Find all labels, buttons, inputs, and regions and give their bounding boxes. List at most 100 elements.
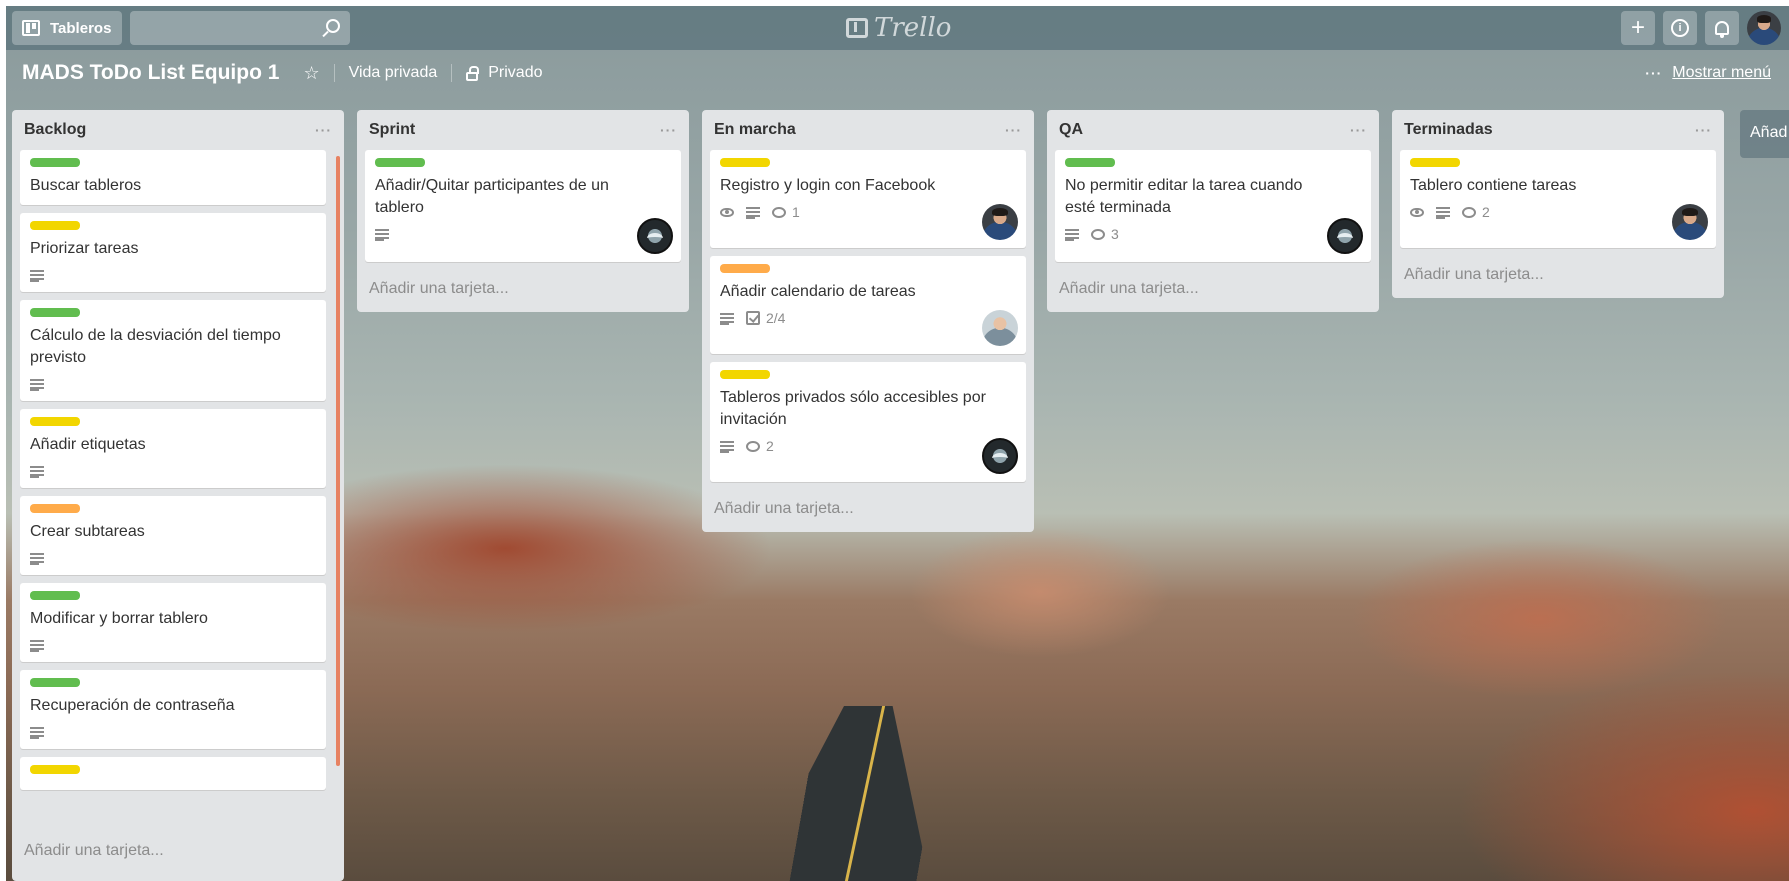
list-menu-icon[interactable]: ··· [660, 122, 677, 138]
card-label-green [1065, 158, 1115, 167]
top-header: Tableros Trello + i [6, 6, 1789, 50]
logo-text: Trello [874, 13, 952, 43]
card-badges: 2/4 [720, 309, 1016, 327]
card-label-yellow [1410, 158, 1460, 167]
add-card-button[interactable]: Añadir una tarjeta... [1392, 256, 1724, 298]
member-avatar[interactable] [982, 438, 1018, 474]
card-label-yellow [30, 765, 80, 774]
card-container: No permitir editar la tarea cuando esté … [1047, 150, 1379, 262]
description-icon [1065, 228, 1079, 241]
more-icon: ··· [1645, 65, 1663, 81]
list-sprint: Sprint ··· Añadir/Quitar participantes d… [357, 110, 689, 312]
list-title[interactable]: Sprint [369, 121, 415, 139]
comments-count: 2 [1482, 204, 1490, 220]
card[interactable]: Cálculo de la desviación del tiempo prev… [20, 300, 326, 401]
trello-logo-icon [846, 18, 868, 38]
search-icon[interactable] [326, 19, 340, 33]
visibility-button[interactable]: Privado [488, 64, 542, 82]
add-button[interactable]: + [1621, 11, 1655, 45]
card[interactable]: Recuperación de contraseña [20, 670, 326, 749]
card[interactable]: Tablero contiene tareas 2 [1400, 150, 1716, 248]
member-avatar[interactable] [1672, 204, 1708, 240]
card-title: No permitir editar la tarea cuando esté … [1065, 177, 1303, 216]
list-title[interactable]: En marcha [714, 121, 796, 139]
comments-count: 1 [792, 204, 800, 220]
description-icon [720, 312, 734, 325]
add-card-button[interactable]: Añadir una tarjeta... [702, 490, 1034, 532]
user-avatar[interactable] [1747, 11, 1781, 45]
card-container: Buscar tableros Priorizar tareas Cálculo… [12, 150, 344, 832]
background-road [749, 706, 931, 881]
add-card-button[interactable]: Añadir una tarjeta... [12, 832, 344, 874]
comments-badge: 3 [1091, 226, 1119, 242]
description-icon [375, 228, 389, 241]
card[interactable]: Crear subtareas [20, 496, 326, 575]
checklist-badge: 2/4 [746, 310, 785, 326]
show-menu-button[interactable]: ··· Mostrar menú [1645, 64, 1771, 82]
card[interactable]: Modificar y borrar tablero [20, 583, 326, 662]
card-label-green [375, 158, 425, 167]
add-list-button[interactable]: Añad [1740, 110, 1789, 158]
checklist-count: 2/4 [766, 310, 786, 326]
list-menu-icon[interactable]: ··· [1350, 122, 1367, 138]
list-header: Terminadas ··· [1392, 110, 1724, 150]
card[interactable] [20, 757, 326, 790]
card-label-green [30, 591, 80, 600]
description-icon [720, 440, 734, 453]
card-badges: 1 [720, 203, 1016, 221]
member-avatar[interactable] [637, 218, 673, 254]
checklist-icon [746, 311, 760, 325]
card[interactable]: Añadir/Quitar participantes de un tabler… [365, 150, 681, 262]
boards-button[interactable]: Tableros [12, 11, 122, 45]
card-badges [30, 549, 316, 567]
card-label-yellow [30, 221, 80, 230]
comment-icon [772, 206, 786, 218]
plus-icon: + [1630, 14, 1645, 41]
header-actions: + i [1621, 11, 1781, 45]
card-title: Añadir/Quitar participantes de un tabler… [375, 177, 609, 216]
star-icon[interactable]: ☆ [303, 63, 319, 84]
card[interactable]: Añadir calendario de tareas 2/4 [710, 256, 1026, 354]
card[interactable]: No permitir editar la tarea cuando esté … [1055, 150, 1371, 262]
list-menu-icon[interactable]: ··· [315, 122, 332, 138]
card-badges: 2 [720, 437, 1016, 455]
card-badges [30, 375, 316, 393]
card-label-orange [30, 504, 80, 513]
comments-badge: 2 [1462, 204, 1490, 220]
notifications-button[interactable] [1705, 11, 1739, 45]
card[interactable]: Priorizar tareas [20, 213, 326, 292]
card[interactable]: Añadir etiquetas [20, 409, 326, 488]
description-icon [30, 726, 44, 739]
team-button[interactable]: Vida privada [349, 64, 438, 82]
list-title[interactable]: Terminadas [1404, 121, 1493, 139]
watch-icon [1410, 207, 1424, 217]
card-badges [30, 462, 316, 480]
list-title[interactable]: QA [1059, 121, 1083, 139]
lock-icon [466, 65, 480, 81]
card[interactable]: Registro y login con Facebook 1 [710, 150, 1026, 248]
board-canvas: Tableros Trello + i MADS ToDo List Equip… [6, 6, 1789, 881]
description-icon [30, 269, 44, 282]
card-label-yellow [30, 417, 80, 426]
divider [451, 64, 453, 82]
show-menu-label: Mostrar menú [1672, 64, 1771, 81]
board-title[interactable]: MADS ToDo List Equipo 1 [22, 61, 279, 85]
add-card-button[interactable]: Añadir una tarjeta... [357, 270, 689, 312]
member-avatar[interactable] [1327, 218, 1363, 254]
card[interactable]: Tableros privados sólo accesibles por in… [710, 362, 1026, 482]
list-menu-icon[interactable]: ··· [1005, 122, 1022, 138]
add-card-button[interactable]: Añadir una tarjeta... [1047, 270, 1379, 312]
member-avatar[interactable] [982, 310, 1018, 346]
trello-logo[interactable]: Trello [846, 13, 951, 43]
list-menu-icon[interactable]: ··· [1695, 122, 1712, 138]
card-badges: 3 [1065, 225, 1361, 243]
list-scrollbar[interactable] [336, 156, 340, 766]
info-button[interactable]: i [1663, 11, 1697, 45]
card[interactable]: Buscar tableros [20, 150, 326, 205]
list-title[interactable]: Backlog [24, 121, 86, 139]
search-input[interactable] [130, 11, 350, 45]
card-badges [30, 636, 316, 654]
member-avatar[interactable] [982, 204, 1018, 240]
card-title: Recuperación de contraseña [30, 697, 235, 714]
boards-icon [22, 20, 40, 36]
